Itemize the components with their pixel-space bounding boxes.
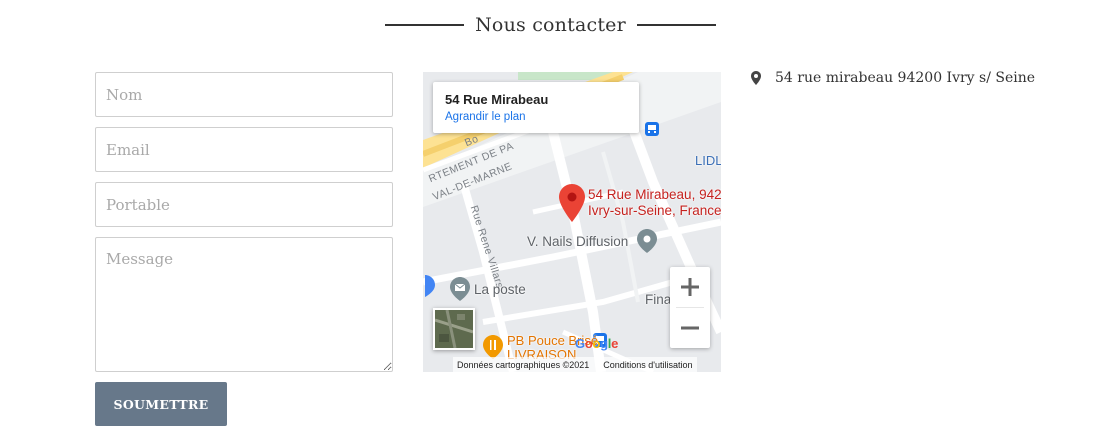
map-marker-icon (751, 71, 761, 85)
contact-address: 54 rue mirabeau 94200 Ivry s/ Seine (751, 68, 1035, 88)
mail-place-icon (450, 277, 470, 306)
embedded-map[interactable]: Rue Rene Villars RTEMENT DE PA VAL-DE-MA… (423, 72, 721, 372)
poi-la-poste[interactable]: La poste (474, 282, 526, 297)
section-title: Nous contacter (475, 14, 626, 36)
pin-address-label[interactable]: 54 Rue Mirabeau, 942 Ivry-sur-Seine, Fra… (588, 187, 721, 219)
minus-icon (681, 326, 699, 330)
title-divider-right (636, 24, 716, 26)
zoom-in-button[interactable] (670, 267, 710, 307)
place-title: 54 Rue Mirabeau (445, 92, 549, 107)
pin-address-line2: Ivry-sur-Seine, France (588, 203, 721, 218)
satellite-view-toggle[interactable] (433, 308, 475, 350)
enlarge-map-link[interactable]: Agrandir le plan (445, 111, 627, 123)
title-divider-left (385, 24, 465, 26)
name-field[interactable] (95, 72, 393, 117)
address-text: 54 rue mirabeau 94200 Ivry s/ Seine (775, 70, 1036, 86)
plus-icon (681, 278, 699, 296)
terms-of-use-link[interactable]: Conditions d'utilisation (603, 360, 692, 370)
bus-stop-icon[interactable] (645, 122, 659, 141)
section-header: Nous contacter (0, 11, 1101, 39)
map-footer: Données cartographiques ©2021 Conditions… (453, 357, 697, 372)
map-pin-icon[interactable] (559, 184, 585, 227)
zoom-controls (670, 267, 710, 348)
submit-button[interactable]: SOUMETTRE (95, 382, 227, 426)
poi-lidl[interactable]: LIDL (695, 153, 721, 168)
zoom-out-button[interactable] (670, 308, 710, 348)
google-logo: Google (575, 336, 619, 351)
message-field[interactable] (95, 237, 393, 372)
shopping-place-icon (423, 275, 435, 302)
pin-address-line1: 54 Rue Mirabeau, 942 (588, 187, 721, 202)
map-data-credit[interactable]: Données cartographiques ©2021 (457, 360, 589, 370)
place-icon (637, 229, 657, 258)
poi-fina[interactable]: Fina (645, 292, 671, 307)
phone-field[interactable] (95, 182, 393, 227)
place-info-card: 54 Rue Mirabeau Agrandir le plan (433, 82, 639, 133)
poi-v-nails-diffusion[interactable]: V. Nails Diffusion (527, 234, 628, 249)
email-field[interactable] (95, 127, 393, 172)
